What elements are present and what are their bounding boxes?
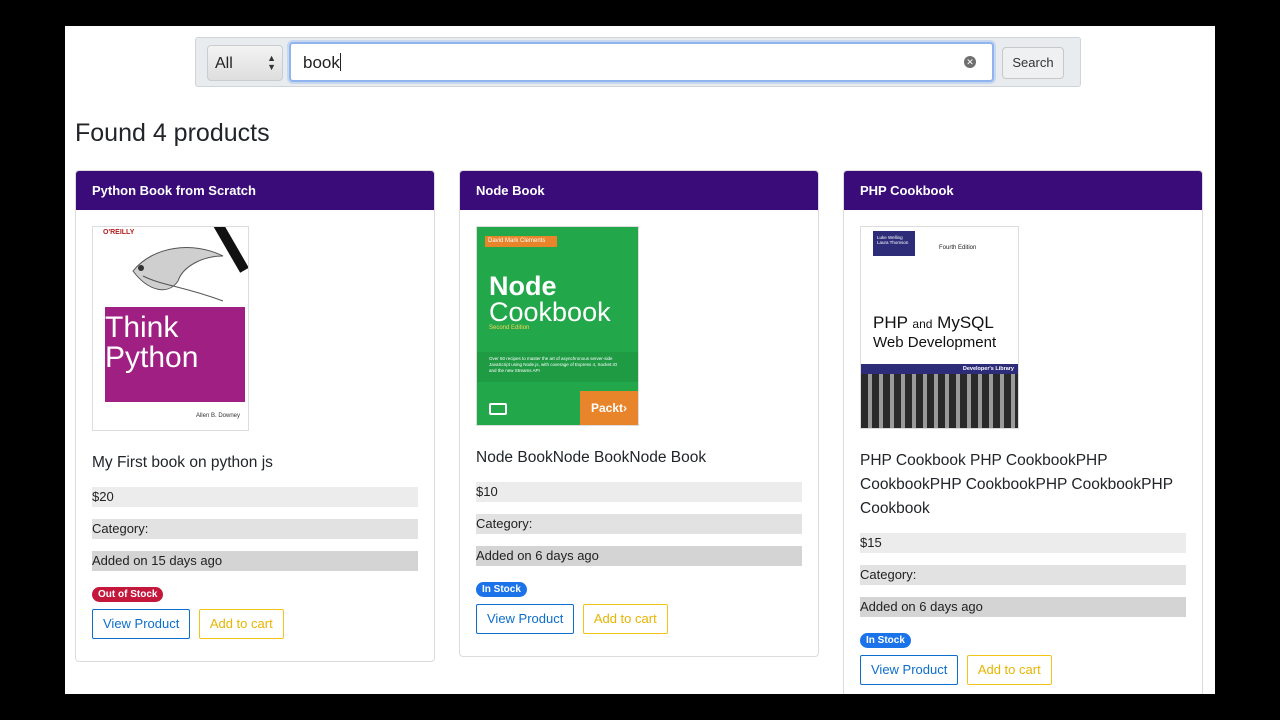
product-price: $15 — [860, 533, 1186, 553]
product-card: Node Book David Mark Clements Node Cookb… — [459, 170, 819, 657]
search-input[interactable]: book ✕ — [289, 42, 994, 82]
product-title: PHP Cookbook — [844, 171, 1202, 210]
view-product-button[interactable]: View Product — [92, 609, 191, 639]
add-to-cart-button[interactable]: Add to cart — [582, 604, 668, 634]
view-product-button[interactable]: View Product — [476, 604, 575, 634]
search-bar: All ▲ ▼ book ✕ Search — [195, 37, 1081, 87]
product-added-date: Added on 6 days ago — [860, 597, 1186, 617]
product-price: $10 — [476, 482, 802, 502]
product-category: Category: — [92, 519, 418, 539]
search-button[interactable]: Search — [1002, 47, 1064, 79]
product-category: Category: — [860, 565, 1186, 585]
product-cover-image: O'REILLY Think Python Allen B. Downey — [92, 226, 249, 431]
select-arrows-icon: ▲ ▼ — [267, 53, 276, 72]
product-card: PHP Cookbook Luke Welling Laura Thomson … — [843, 170, 1203, 694]
product-cover-image: Luke Welling Laura Thomson Fourth Editio… — [860, 226, 1019, 429]
product-added-date: Added on 6 days ago — [476, 546, 802, 566]
stock-badge: In Stock — [860, 633, 911, 648]
search-input-value: book — [303, 53, 341, 72]
product-title: Node Book — [460, 171, 818, 210]
category-select-value: All — [215, 55, 233, 72]
product-cover-image: David Mark Clements Node Cookbook Second… — [476, 226, 639, 426]
results-heading: Found 4 products — [75, 119, 270, 147]
product-description: PHP Cookbook PHP CookbookPHP CookbookPHP… — [860, 452, 1173, 517]
add-to-cart-button[interactable]: Add to cart — [198, 609, 284, 639]
stock-badge: Out of Stock — [92, 587, 164, 602]
clear-icon[interactable]: ✕ — [964, 56, 976, 68]
product-title: Python Book from Scratch — [76, 171, 434, 210]
product-category: Category: — [476, 514, 802, 534]
category-select[interactable]: All ▲ ▼ — [207, 45, 283, 81]
product-price: $20 — [92, 487, 418, 507]
product-added-date: Added on 15 days ago — [92, 551, 418, 571]
page: All ▲ ▼ book ✕ Search Found 4 products Py… — [65, 26, 1215, 694]
stock-badge: In Stock — [476, 582, 527, 597]
add-to-cart-button[interactable]: Add to cart — [966, 655, 1052, 685]
product-description: Node BookNode BookNode Book — [476, 449, 707, 466]
view-product-button[interactable]: View Product — [860, 655, 959, 685]
product-card: Python Book from Scratch O'REILLY Think P… — [75, 170, 435, 662]
product-description: My First book on python js — [92, 454, 273, 471]
